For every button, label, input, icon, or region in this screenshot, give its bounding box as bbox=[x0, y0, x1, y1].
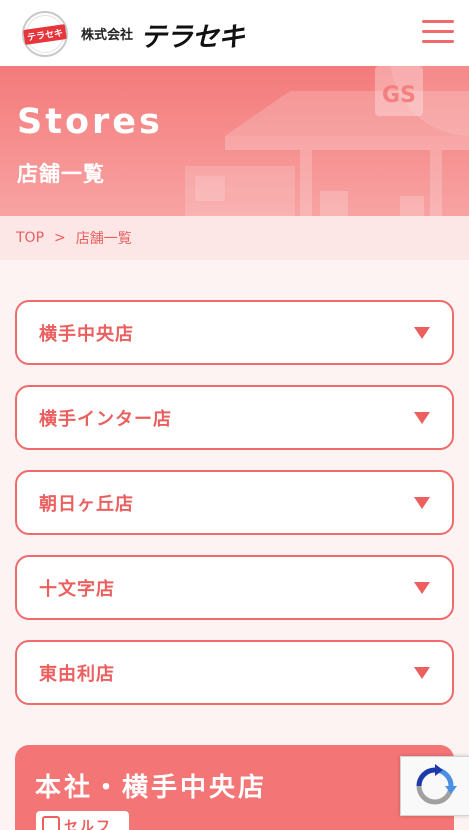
recaptcha-badge[interactable] bbox=[400, 756, 469, 816]
store-name: 十文字店 bbox=[39, 578, 115, 600]
store-accordion-item[interactable]: 横手中央店 bbox=[15, 300, 454, 365]
breadcrumb-separator: > bbox=[54, 230, 66, 246]
store-accordion-item[interactable]: 朝日ヶ丘店 bbox=[15, 470, 454, 535]
breadcrumb-home-link[interactable]: TOP bbox=[16, 230, 44, 246]
page-title: Stores bbox=[17, 102, 163, 142]
store-accordion-item[interactable]: 横手インター店 bbox=[15, 385, 454, 450]
hq-store-card: 本社・横手中央店 セルフ bbox=[15, 745, 454, 830]
hamburger-icon-bar bbox=[422, 40, 454, 43]
gs-sign-text: GS bbox=[382, 83, 416, 108]
page-subtitle: 店舗一覧 bbox=[17, 162, 105, 186]
store-name: 横手中央店 bbox=[39, 323, 134, 345]
store-name: 横手インター店 bbox=[39, 408, 172, 430]
chevron-down-icon bbox=[414, 411, 430, 424]
logo-seal-inner: テラセキ bbox=[23, 15, 67, 53]
breadcrumb-current: 店舗一覧 bbox=[75, 231, 132, 247]
company-logo-text[interactable]: テラセキ bbox=[140, 15, 245, 54]
self-service-label: セルフ bbox=[64, 819, 112, 830]
chevron-down-icon bbox=[414, 496, 430, 509]
chevron-down-icon bbox=[414, 326, 430, 339]
hq-store-title: 本社・横手中央店 bbox=[35, 773, 268, 803]
recaptcha-icon bbox=[416, 764, 457, 805]
logo-seal[interactable]: テラセキ bbox=[22, 11, 68, 57]
store-name: 東由利店 bbox=[39, 663, 115, 685]
site-header: テラセキ 株式会社 テラセキ bbox=[0, 0, 469, 66]
self-service-icon bbox=[42, 816, 60, 830]
store-accordion-item[interactable]: 東由利店 bbox=[15, 640, 454, 705]
store-name: 朝日ヶ丘店 bbox=[39, 493, 134, 515]
hero-banner: GS Stores 店舗一覧 bbox=[0, 66, 469, 216]
logo-seal-text: テラセキ bbox=[23, 23, 67, 45]
store-accordion-item[interactable]: 十文字店 bbox=[15, 555, 454, 620]
breadcrumb: TOP > 店舗一覧 bbox=[0, 216, 469, 260]
chevron-down-icon bbox=[414, 581, 430, 594]
company-prefix: 株式会社 bbox=[81, 28, 134, 43]
hamburger-menu-button[interactable] bbox=[422, 20, 454, 46]
store-list: 横手中央店 横手インター店 朝日ヶ丘店 十文字店 東由利店 bbox=[15, 300, 454, 725]
chevron-down-icon bbox=[414, 666, 430, 679]
self-service-badge: セルフ bbox=[36, 811, 129, 830]
hamburger-icon-bar bbox=[422, 30, 454, 33]
hamburger-icon-bar bbox=[422, 20, 454, 23]
